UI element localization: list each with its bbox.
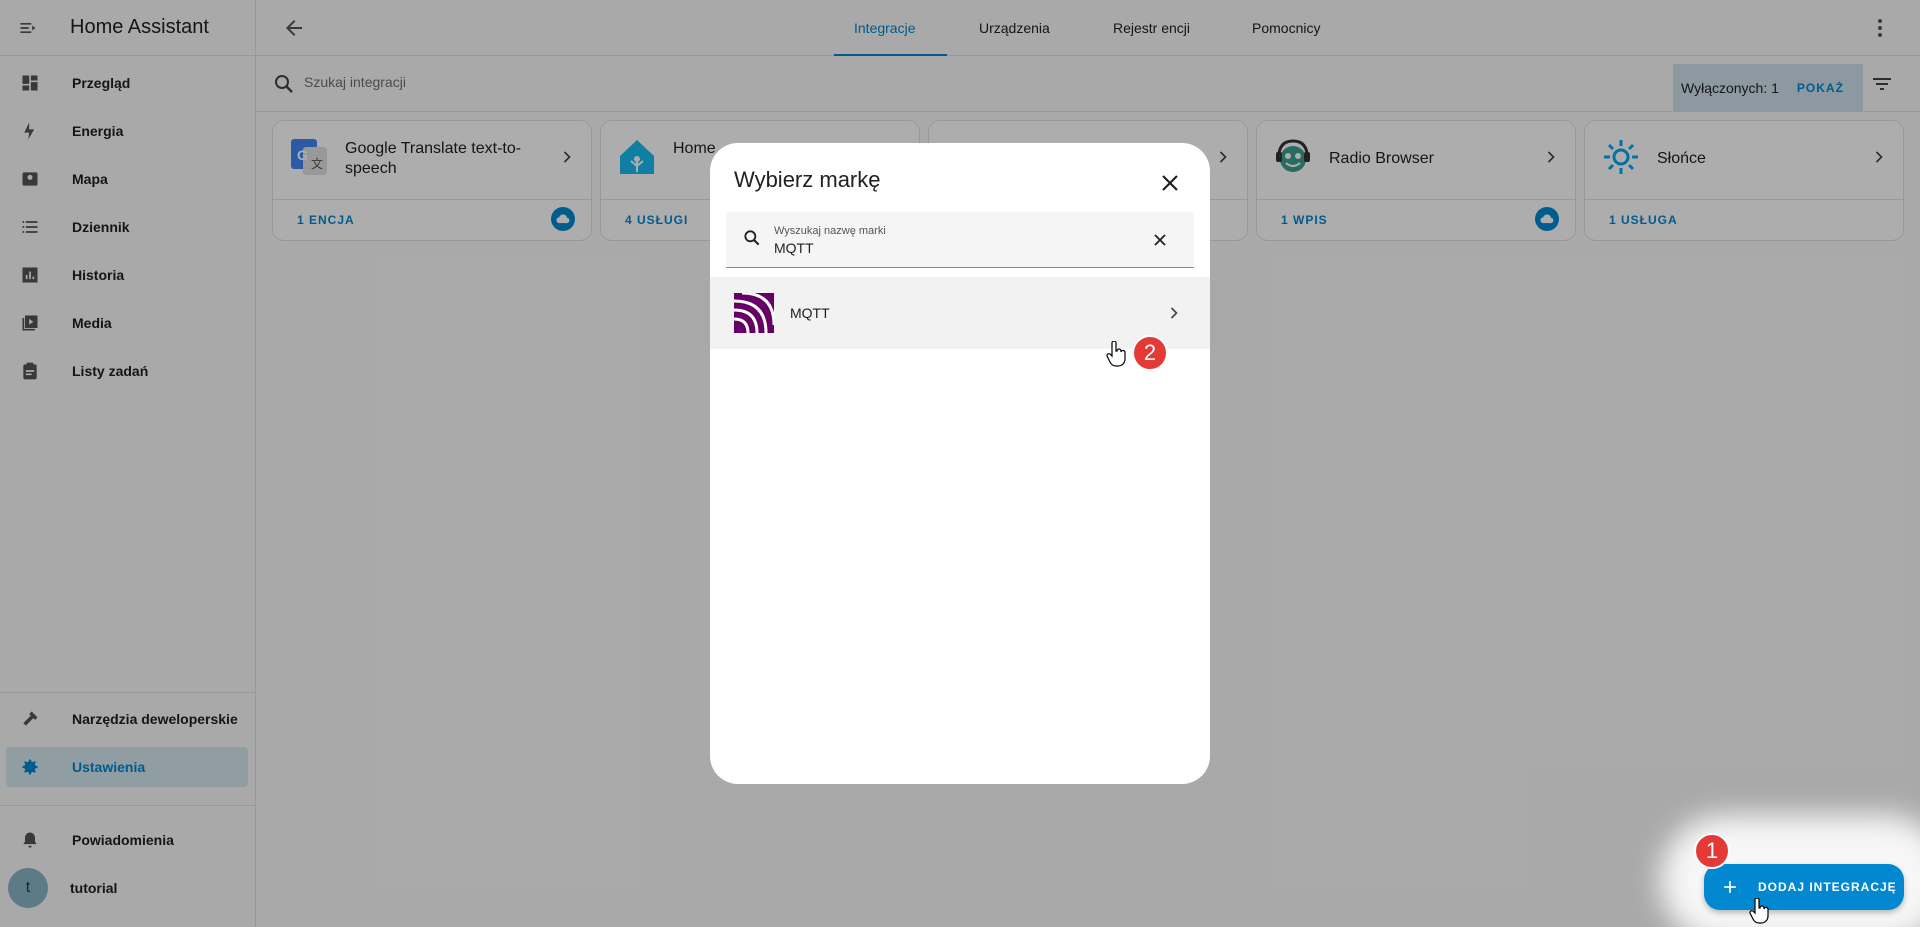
chevron-right-icon (1170, 307, 1178, 319)
mqtt-logo-icon (734, 293, 774, 333)
plus-icon (1724, 881, 1736, 893)
add-integration-button[interactable]: DODAJ INTEGRACJĘ (1704, 864, 1904, 910)
search-field-label: Wyszukaj nazwę marki (774, 225, 886, 237)
search-icon (744, 230, 760, 246)
brand-list-item-mqtt[interactable]: MQTT (710, 277, 1210, 349)
step-badge-1: 1 (1694, 833, 1730, 869)
step-badge-2: 2 (1132, 335, 1168, 371)
clear-icon[interactable] (1150, 230, 1170, 250)
brand-name: MQTT (790, 305, 830, 321)
search-field-value[interactable]: MQTT (774, 240, 814, 256)
hand-cursor-icon (1749, 898, 1769, 924)
dialog-title: Wybierz markę (734, 167, 881, 192)
choose-brand-dialog: Wybierz markę Wyszukaj nazwę marki MQTT … (710, 143, 1210, 784)
brand-search-field[interactable]: Wyszukaj nazwę marki MQTT (726, 212, 1194, 268)
close-icon[interactable] (1158, 171, 1182, 195)
add-integration-label: DODAJ INTEGRACJĘ (1758, 880, 1897, 894)
hand-cursor-icon (1106, 341, 1126, 367)
